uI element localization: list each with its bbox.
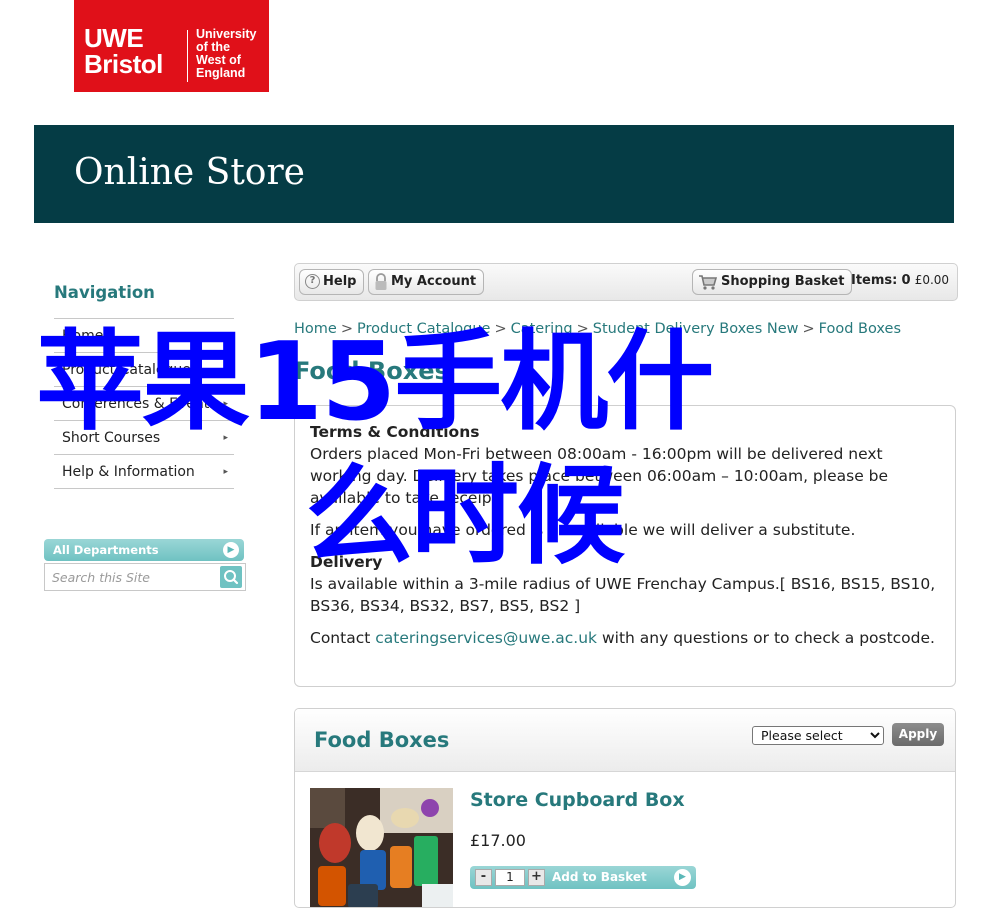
logo-uni-line4: England: [196, 66, 246, 80]
product-price: £17.00: [470, 831, 526, 850]
breadcrumb-home[interactable]: Home: [294, 321, 337, 337]
contact-suffix: with any questions or to check a postcod…: [601, 629, 935, 647]
add-to-basket-button[interactable]: Add to Basket: [552, 866, 647, 889]
shopping-basket-button[interactable]: Shopping Basket: [692, 269, 853, 295]
help-button[interactable]: ? Help: [299, 269, 365, 295]
logo-mark: UWE Bristol: [84, 25, 163, 77]
add-to-basket-bar: - 1 + Add to Basket ▶: [470, 866, 696, 889]
nav-heading: Navigation: [54, 283, 155, 302]
nav-item-label: Short Courses: [62, 430, 161, 446]
contact-email-link[interactable]: cateringservices@uwe.ac.uk: [375, 629, 597, 647]
basket-items-label: Items:: [851, 273, 898, 288]
basket-summary: Items: 0 £0.00: [851, 273, 949, 288]
arrow-right-icon: ▶: [674, 869, 691, 886]
products-panel: Food Boxes Please select Apply Store Cup…: [294, 708, 956, 908]
nav-item-label: Home: [62, 328, 104, 344]
breadcrumb: Home > Product Catalogue > Catering > Student …: [294, 321, 901, 337]
terms-info-box: Terms & Conditions Orders placed Mon-Fri…: [294, 405, 956, 687]
chevron-right-icon: ▸: [223, 365, 228, 375]
search-button[interactable]: [220, 566, 242, 588]
nav-item-short-courses[interactable]: Short Courses ▸: [54, 421, 234, 455]
store-banner: Online Store: [34, 125, 954, 223]
store-title: Online Store: [74, 152, 305, 193]
logo-mark-line1: UWE: [84, 23, 144, 53]
my-account-button[interactable]: My Account: [368, 269, 485, 295]
delivery-heading: Delivery: [310, 553, 383, 571]
chevron-right-icon: ▸: [223, 467, 228, 477]
nav-list: Home Product Catalogue ▸ Conferences & E…: [54, 318, 234, 489]
sort-select[interactable]: Please select: [752, 726, 884, 745]
uwe-bristol-logo[interactable]: UWE Bristol University of the West of En…: [74, 0, 269, 92]
contact-text: Contact cateringservices@uwe.ac.uk with …: [310, 627, 940, 649]
contact-prefix: Contact: [310, 629, 371, 647]
help-icon: ?: [305, 274, 320, 289]
shopping-basket-label: Shopping Basket: [721, 274, 845, 289]
product-name[interactable]: Store Cupboard Box: [470, 788, 685, 812]
breadcrumb-separator: >: [494, 321, 507, 337]
search-input[interactable]: [45, 564, 215, 590]
breadcrumb-separator: >: [802, 321, 815, 337]
page-title: Food Boxes: [294, 357, 449, 385]
apply-button[interactable]: Apply: [892, 723, 944, 746]
search-icon: [224, 570, 239, 585]
breadcrumb-separator: >: [576, 321, 589, 337]
logo-divider: [187, 30, 188, 82]
logo-university-name: University of the West of England: [196, 28, 256, 80]
nav-item-product-catalogue[interactable]: Product Catalogue ▸: [54, 353, 234, 387]
site-search: [44, 563, 246, 591]
breadcrumb-product-catalogue[interactable]: Product Catalogue: [357, 321, 490, 337]
nav-item-conferences-events[interactable]: Conferences & Events ▸: [54, 387, 234, 421]
nav-item-label: Help & Information: [62, 464, 195, 480]
nav-item-help-information[interactable]: Help & Information ▸: [54, 455, 234, 489]
terms-text: Orders placed Mon-Fri between 08:00am - …: [310, 445, 889, 507]
logo-mark-line2: Bristol: [84, 49, 163, 79]
nav-item-label: Product Catalogue: [62, 362, 191, 378]
nav-item-home[interactable]: Home: [54, 319, 234, 353]
basket-items-count: 0: [901, 273, 911, 288]
quantity-increase-button[interactable]: +: [528, 869, 545, 886]
delivery-text: Is available within a 3-mile radius of U…: [310, 575, 936, 615]
substitute-text: If an item you have ordered is unavailab…: [310, 521, 856, 539]
product-photo: [310, 788, 453, 907]
lock-icon: [375, 272, 387, 290]
breadcrumb-separator: >: [340, 321, 353, 337]
breadcrumb-student-delivery-boxes[interactable]: Student Delivery Boxes New: [593, 321, 799, 337]
products-panel-title: Food Boxes: [314, 728, 450, 752]
all-departments-label: All Departments: [53, 543, 159, 557]
all-departments-dropdown[interactable]: All Departments ▶: [44, 539, 244, 561]
shopping-cart-icon: [699, 274, 718, 290]
help-label: Help: [323, 274, 357, 289]
arrow-right-icon: ▶: [223, 542, 239, 558]
product-image[interactable]: [310, 788, 453, 907]
terms-heading: Terms & Conditions: [310, 423, 480, 441]
breadcrumb-catering[interactable]: Catering: [511, 321, 573, 337]
my-account-label: My Account: [391, 274, 477, 289]
chevron-right-icon: ▸: [223, 433, 228, 443]
store-toolbar: ? Help My Account Shopping Basket Items: …: [294, 263, 958, 301]
breadcrumb-food-boxes[interactable]: Food Boxes: [819, 321, 901, 337]
quantity-input[interactable]: 1: [495, 869, 525, 886]
nav-item-label: Conferences & Events: [62, 396, 217, 412]
chevron-right-icon: ▸: [223, 399, 228, 409]
quantity-decrease-button[interactable]: -: [475, 869, 492, 886]
basket-total: £0.00: [914, 273, 950, 287]
products-panel-header: Food Boxes Please select Apply: [295, 709, 955, 772]
